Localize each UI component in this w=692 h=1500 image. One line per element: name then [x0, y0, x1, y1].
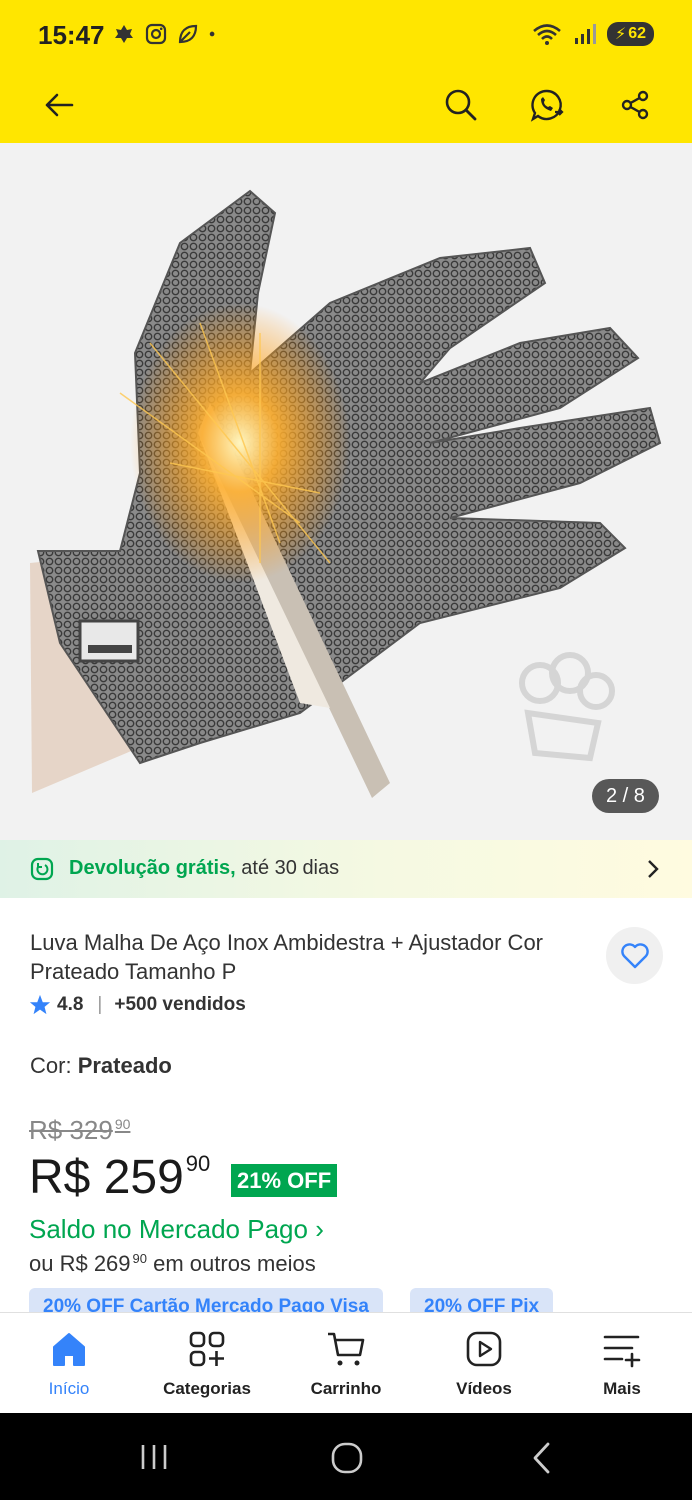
current-price-value: R$ 259 — [29, 1151, 184, 1204]
alternative-price: ou R$ 269 90 em outros meios — [29, 1251, 316, 1277]
cart-icon — [328, 1332, 365, 1366]
current-price: R$ 25990 — [29, 1150, 210, 1205]
current-price-cents: 90 — [185, 1151, 211, 1176]
chevron-right-icon — [648, 860, 659, 878]
share-icon — [621, 90, 649, 120]
alt-price-suffix: em outros meios — [147, 1251, 316, 1276]
free-returns-period: até 30 dias — [235, 857, 340, 879]
tab-label: Início — [48, 1379, 90, 1398]
system-navigation-bar — [0, 1413, 692, 1500]
categories-icon — [189, 1331, 225, 1367]
rating-value: 4.8 — [57, 994, 84, 1015]
tab-carrinho[interactable]: Carrinho — [286, 1313, 406, 1413]
discount-badge: 21% OFF — [231, 1164, 338, 1197]
more-icon — [603, 1335, 641, 1368]
tab-label: Carrinho — [310, 1379, 382, 1398]
favorite-button[interactable] — [606, 927, 663, 984]
tab-label: Categorias — [163, 1379, 251, 1398]
color-value: Prateado — [77, 1053, 172, 1078]
share-button[interactable] — [610, 80, 660, 130]
status-bar: 15:47 ⚡ 62 — [0, 0, 692, 70]
rating-separator: | — [97, 994, 103, 1015]
recent-apps-icon[interactable] — [138, 1441, 170, 1473]
free-returns-text: Devolução grátis, até 30 dias — [69, 857, 339, 880]
promo-chip-pix[interactable]: 20% OFF Pix — [410, 1288, 554, 1312]
tab-label: Vídeos — [456, 1379, 512, 1398]
star-icon — [29, 994, 51, 1015]
original-price-value: R$ 329 — [29, 1115, 113, 1145]
tab-videos[interactable]: Vídeos — [424, 1313, 544, 1413]
original-price: R$ 329 90 — [29, 1115, 130, 1146]
product-title: Luva Malha De Aço Inox Ambidestra + Ajus… — [30, 930, 544, 984]
return-icon — [30, 857, 54, 881]
heart-icon — [620, 942, 649, 968]
tab-inicio[interactable]: Início — [9, 1313, 129, 1413]
search-icon — [445, 89, 477, 121]
instagram-icon — [145, 23, 167, 45]
color-label: Cor: — [30, 1053, 78, 1078]
signal-icon — [574, 24, 596, 44]
sold-count: +500 vendidos — [114, 994, 246, 1015]
notification-leaf-icon — [115, 25, 133, 43]
alt-price-value: ou R$ 269 — [29, 1251, 131, 1276]
product-image-gallery[interactable] — [0, 143, 692, 840]
free-returns-highlight: Devolução grátis, — [69, 857, 236, 879]
whatsapp-share-icon — [530, 89, 564, 122]
search-button[interactable] — [436, 80, 486, 130]
system-back-icon[interactable] — [528, 1441, 556, 1475]
tab-categorias[interactable]: Categorias — [147, 1313, 267, 1413]
battery-bolt-icon: ⚡ — [614, 26, 627, 43]
bottom-navigation: Início Categorias Carrinho Vídeos Mais — [0, 1312, 692, 1413]
notification-icons — [112, 22, 222, 46]
free-returns-banner[interactable]: Devolução grátis, até 30 dias — [0, 840, 692, 898]
battery-level: 62 — [628, 25, 646, 42]
rating-row[interactable]: 4.8 | +500 vendidos — [29, 994, 246, 1016]
promo-chips: 20% OFF Cartão Mercado Pago Visa 20% OFF… — [29, 1288, 692, 1312]
color-selector[interactable]: Cor: Prateado — [30, 1053, 172, 1079]
back-button[interactable] — [34, 80, 84, 130]
tab-label: Mais — [603, 1379, 641, 1398]
product-image — [30, 189, 662, 798]
wifi-icon — [533, 24, 561, 45]
image-counter: 2 / 8 — [592, 779, 659, 813]
alt-price-cents: 90 — [132, 1251, 147, 1266]
system-status-icons: ⚡ 62 — [531, 22, 654, 46]
status-time: 15:47 — [38, 20, 105, 50]
navigation-bar — [0, 70, 692, 143]
promo-chip-card[interactable]: 20% OFF Cartão Mercado Pago Visa — [29, 1288, 383, 1312]
original-price-cents: 90 — [114, 1116, 131, 1132]
arrow-left-icon — [45, 93, 74, 117]
tab-mais[interactable]: Mais — [562, 1313, 682, 1413]
battery-indicator: ⚡ 62 — [606, 22, 654, 46]
video-icon — [466, 1331, 502, 1367]
mercado-pago-balance-link[interactable]: Saldo no Mercado Pago › — [29, 1214, 324, 1245]
home-icon — [53, 1333, 85, 1366]
leaf-icon — [178, 24, 198, 44]
app-header: 15:47 ⚡ 62 — [0, 0, 692, 143]
dot-icon — [209, 31, 215, 37]
whatsapp-share-button[interactable] — [522, 80, 572, 130]
glove-size-icon — [519, 652, 615, 762]
home-circle-icon[interactable] — [330, 1441, 364, 1475]
